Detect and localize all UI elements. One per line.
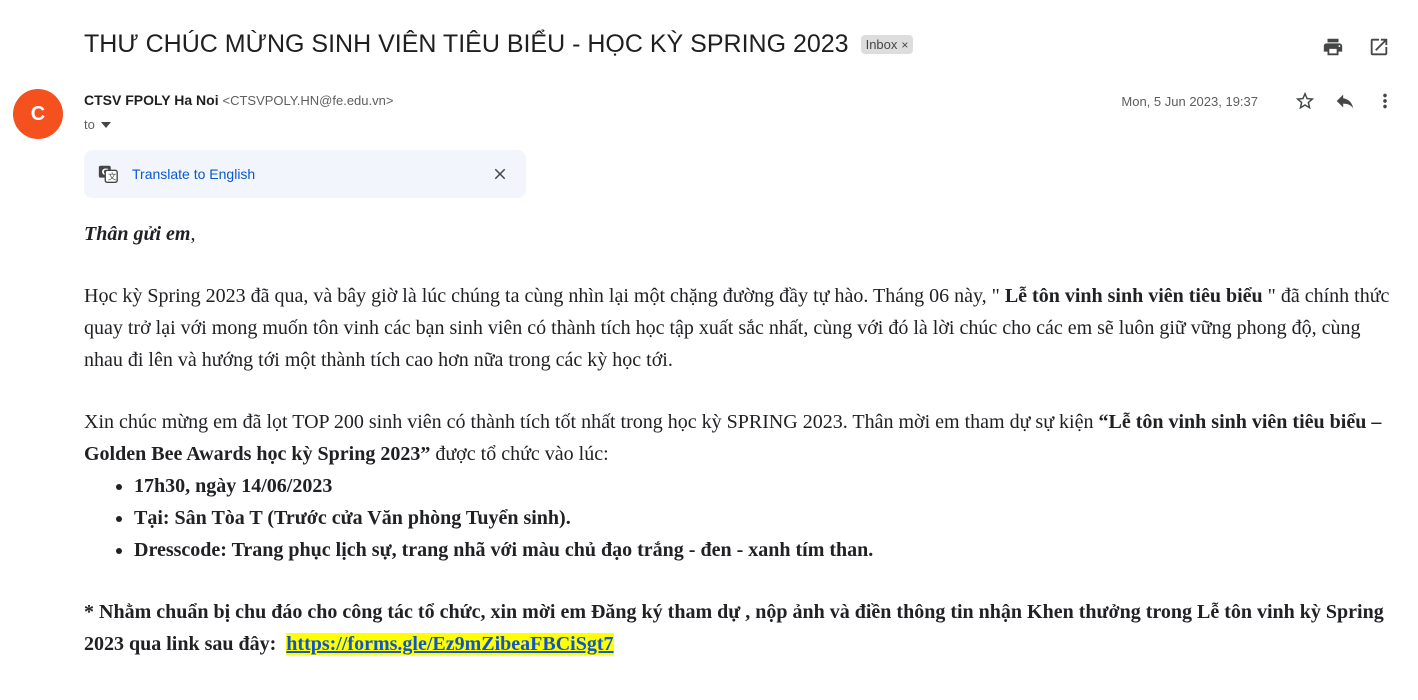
- svg-text:文: 文: [108, 172, 116, 182]
- event-name-bold: Lễ tôn vinh sinh viên tiêu biểu: [1004, 285, 1263, 307]
- event-time: 17h30, ngày 14/06/2023: [134, 470, 1394, 502]
- reply-icon[interactable]: [1332, 88, 1358, 114]
- sender-name[interactable]: CTSV FPOLY Ha Noi: [84, 92, 219, 108]
- greeting-punct: ,: [190, 223, 196, 245]
- paragraph-intro-a: Học kỳ Spring 2023 đã qua, và bây giờ là…: [84, 285, 1005, 307]
- recipient-row[interactable]: to: [84, 117, 111, 132]
- paragraph-intro: Học kỳ Spring 2023 đã qua, và bây giờ là…: [84, 280, 1394, 376]
- registration-link[interactable]: https://forms.gle/Ez9mZibeaFBCiSgt7: [286, 633, 614, 655]
- message-date: Mon, 5 Jun 2023, 19:37: [1121, 93, 1258, 109]
- chevron-down-icon[interactable]: [100, 121, 111, 128]
- translate-to-english-link[interactable]: Translate to English: [132, 166, 255, 182]
- print-icon[interactable]: [1320, 34, 1346, 60]
- sender-avatar[interactable]: C: [13, 89, 63, 139]
- paragraph-invitation: Xin chúc mừng em đã lọt TOP 200 sinh viê…: [84, 406, 1394, 470]
- close-icon[interactable]: [488, 162, 512, 186]
- email-subject: THƯ CHÚC MỪNG SINH VIÊN TIÊU BIỂU - HỌC …: [84, 30, 849, 58]
- more-vert-icon[interactable]: [1372, 88, 1398, 114]
- registration-text: * Nhằm chuẩn bị chu đáo cho công tác tổ …: [84, 601, 1384, 655]
- open-in-new-window-icon[interactable]: [1366, 34, 1392, 60]
- translate-bar: G 文 Translate to English: [84, 150, 526, 198]
- sender-email: <CTSVPOLY.HN@fe.edu.vn>: [222, 93, 394, 108]
- inbox-label-text: Inbox: [865, 37, 898, 52]
- event-dresscode: Dresscode: Trang phục lịch sự, trang nhã…: [134, 534, 1394, 566]
- star-icon[interactable]: [1292, 88, 1318, 114]
- greeting-text: Thân gửi em: [84, 223, 191, 245]
- remove-label-button[interactable]: ×: [901, 38, 908, 52]
- paragraph-invitation-b: được tổ chức vào lúc:: [430, 443, 609, 465]
- top-actions: [1320, 34, 1392, 60]
- sender-row: CTSV FPOLY Ha Noi <CTSVPOLY.HN@fe.edu.vn…: [84, 92, 393, 108]
- subject-row: THƯ CHÚC MỪNG SINH VIÊN TIÊU BIỂU - HỌC …: [84, 30, 914, 59]
- paragraph-invitation-a: Xin chúc mừng em đã lọt TOP 200 sinh viê…: [84, 411, 1099, 433]
- event-details-list: 17h30, ngày 14/06/2023 Tại: Sân Tòa T (T…: [84, 470, 1394, 566]
- inbox-label-chip[interactable]: Inbox ×: [860, 35, 914, 54]
- message-meta: Mon, 5 Jun 2023, 19:37: [1121, 88, 1398, 114]
- event-location: Tại: Sân Tòa T (Trước cửa Văn phòng Tuyể…: [134, 502, 1394, 534]
- greeting: Thân gửi em,: [84, 218, 1394, 250]
- email-body: Thân gửi em, Học kỳ Spring 2023 đã qua, …: [84, 218, 1394, 660]
- to-label: to: [84, 117, 95, 132]
- paragraph-registration: * Nhằm chuẩn bị chu đáo cho công tác tổ …: [84, 596, 1394, 660]
- translate-icon: G 文: [96, 162, 120, 186]
